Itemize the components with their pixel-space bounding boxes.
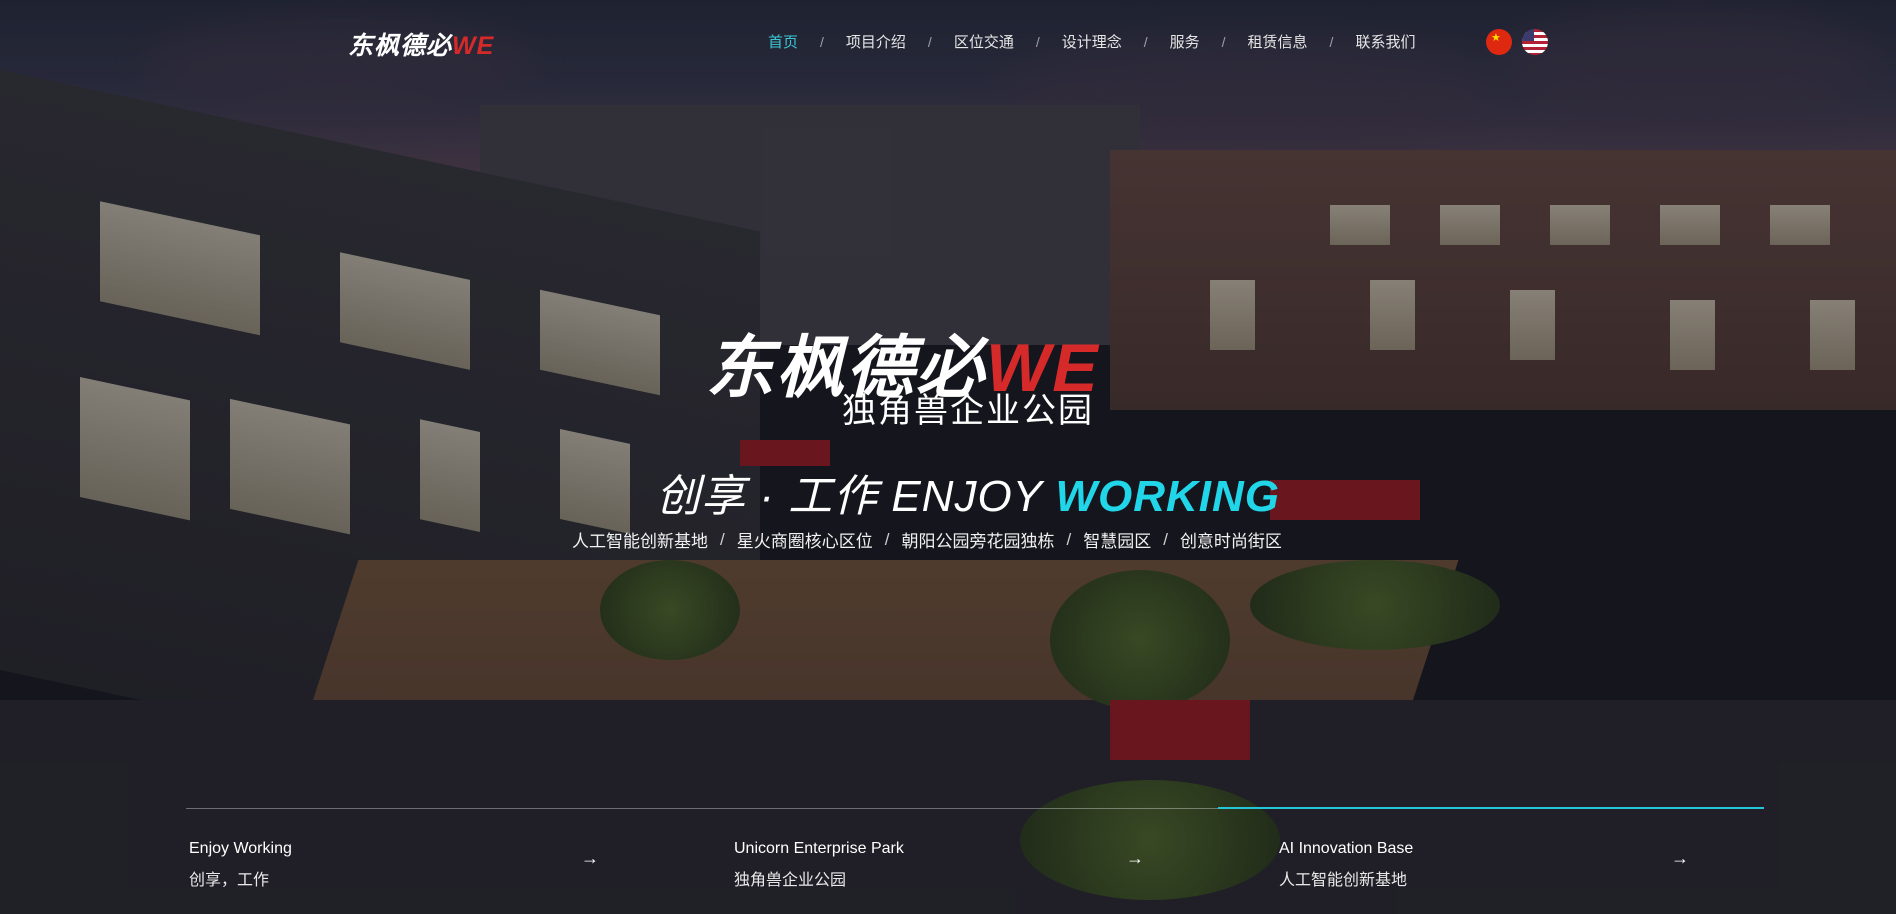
feature-item: 朝阳公园旁花园独栋 xyxy=(901,532,1055,551)
menu-item-leasing[interactable]: 租赁信息 xyxy=(1248,31,1308,52)
feature-separator: / xyxy=(720,529,725,549)
card-title: AI Innovation Base xyxy=(1279,840,1414,857)
feature-item: 人工智能创新基地 xyxy=(572,532,708,551)
feature-list: 人工智能创新基地 / 星火商圈核心区位 / 朝阳公园旁花园独栋 / 智慧园区 /… xyxy=(572,527,1282,552)
menu-separator: / xyxy=(1329,33,1334,50)
menu-item-service[interactable]: 服务 xyxy=(1170,31,1200,52)
main-menu: 首页 / 项目介绍 / 区位交通 / 设计理念 / 服务 / 租赁信息 / 联系… xyxy=(768,31,1415,52)
slide-card-ai-innovation[interactable]: AI Innovation Base 人工智能创新基地 → xyxy=(1279,840,1699,900)
arrow-right-icon[interactable]: → xyxy=(581,848,599,869)
arrow-right-icon[interactable]: → xyxy=(1126,848,1144,869)
logo-we: WE xyxy=(452,32,495,60)
slide-card-unicorn-park[interactable]: Unicorn Enterprise Park 独角兽企业公园 → xyxy=(734,840,1154,900)
chinese-flag-icon[interactable] xyxy=(1486,29,1512,55)
tagline-text: 创享 · 工作 ENJOY xyxy=(656,472,1056,521)
feature-separator: / xyxy=(1066,529,1072,549)
menu-separator: / xyxy=(820,33,824,50)
hero-tagline: 创享 · 工作 ENJOY WORKING xyxy=(656,460,1280,524)
feature-separator: / xyxy=(884,529,890,549)
feature-separator: / xyxy=(1163,529,1168,549)
arrow-right-icon[interactable]: → xyxy=(1671,848,1689,869)
logo-text: 东枫德必 xyxy=(348,32,453,60)
menu-item-home[interactable]: 首页 xyxy=(768,31,798,52)
card-subtitle: 创享，工作 xyxy=(189,872,270,889)
feature-item: 星火商圈核心区位 xyxy=(736,532,873,551)
card-subtitle: 独角兽企业公园 xyxy=(734,872,847,889)
slide-card-enjoy-working[interactable]: Enjoy Working 创享，工作 → xyxy=(189,840,609,900)
top-navigation: 东枫德必WE 首页 / 项目介绍 / 区位交通 / 设计理念 / 服务 / 租赁… xyxy=(0,0,1896,84)
card-title: Enjoy Working xyxy=(189,840,292,857)
hero-subtitle: 独角兽企业公园 xyxy=(842,392,1094,430)
feature-item: 创意时尚街区 xyxy=(1179,532,1282,551)
feature-item: 智慧园区 xyxy=(1083,532,1152,551)
menu-item-location[interactable]: 区位交通 xyxy=(954,31,1014,52)
menu-item-project[interactable]: 项目介绍 xyxy=(846,31,906,52)
dark-overlay xyxy=(0,0,1896,914)
tagline-accent: WORKING xyxy=(1055,472,1280,521)
menu-separator: / xyxy=(1221,33,1226,50)
slide-progress-indicator xyxy=(1218,807,1764,809)
hero-background-image xyxy=(0,0,1896,914)
menu-separator: / xyxy=(1143,33,1148,50)
us-flag-icon[interactable] xyxy=(1522,29,1548,55)
menu-item-design[interactable]: 设计理念 xyxy=(1062,31,1122,52)
menu-separator: / xyxy=(1035,33,1040,50)
menu-separator: / xyxy=(927,33,932,50)
site-logo[interactable]: 东枫德必WE xyxy=(348,26,494,62)
card-subtitle: 人工智能创新基地 xyxy=(1279,872,1408,889)
card-title: Unicorn Enterprise Park xyxy=(734,840,904,857)
menu-item-contact[interactable]: 联系我们 xyxy=(1355,31,1415,52)
